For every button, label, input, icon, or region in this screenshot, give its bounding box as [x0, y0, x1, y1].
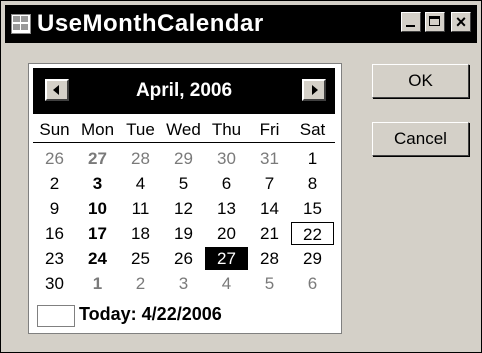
day-cell[interactable]: 27 [76, 147, 119, 170]
day-of-week-label: Sat [299, 120, 326, 139]
day-cell[interactable]: 31 [248, 147, 291, 170]
maximize-button[interactable] [425, 12, 445, 32]
day-cell[interactable]: 5 [248, 272, 291, 295]
day-cell[interactable]: 1 [76, 272, 119, 295]
close-button[interactable]: × [451, 12, 471, 32]
day-cell[interactable]: 15 [291, 197, 334, 220]
day-cell[interactable]: 28 [119, 147, 162, 170]
day-cell[interactable]: 6 [291, 272, 334, 295]
day-cell[interactable]: 29 [162, 147, 205, 170]
day-cell[interactable]: 21 [248, 222, 291, 245]
selected-day-cell[interactable]: 27 [205, 247, 248, 270]
day-cell[interactable]: 13 [205, 197, 248, 220]
day-cell[interactable]: 19 [162, 222, 205, 245]
next-month-button[interactable] [302, 79, 326, 101]
close-icon: × [455, 12, 467, 32]
day-cell[interactable]: 4 [205, 272, 248, 295]
minimize-icon [406, 25, 415, 27]
ok-button[interactable]: OK [372, 64, 469, 98]
window-title: UseMonthCalendar [37, 10, 264, 37]
month-year-label[interactable]: April, 2006 [93, 80, 275, 102]
day-cell[interactable]: 11 [119, 197, 162, 220]
maximize-icon [429, 16, 440, 26]
day-cell[interactable]: 14 [248, 197, 291, 220]
today-label: Today: 4/22/2006 [79, 304, 222, 324]
day-cell[interactable]: 26 [33, 147, 76, 170]
day-of-week-label: Sun [39, 120, 70, 139]
day-cell[interactable]: 2 [119, 272, 162, 295]
calendar-header: April, 2006 [33, 68, 335, 114]
day-cell[interactable]: 4 [119, 172, 162, 195]
left-arrow-icon [53, 85, 59, 95]
day-cell[interactable]: 9 [33, 197, 76, 220]
day-of-week-label: Wed [166, 120, 201, 139]
cancel-button[interactable]: Cancel [372, 122, 469, 156]
today-marker [37, 305, 75, 327]
minimize-button[interactable] [401, 12, 421, 32]
day-of-week-label: Fri [259, 120, 280, 139]
day-cell[interactable]: 23 [33, 247, 76, 270]
day-of-week-label: Thu [211, 120, 242, 139]
app-icon[interactable] [11, 14, 31, 34]
day-cell[interactable]: 10 [76, 197, 119, 220]
day-cell[interactable]: 5 [162, 172, 205, 195]
day-cell[interactable]: 3 [162, 272, 205, 295]
day-cell[interactable]: 3 [76, 172, 119, 195]
title-bar[interactable]: UseMonthCalendar × [5, 5, 477, 43]
today-day-cell[interactable]: 22 [291, 222, 334, 245]
day-cell[interactable]: 26 [162, 247, 205, 270]
day-cell[interactable]: 24 [76, 247, 119, 270]
day-cell[interactable]: 16 [33, 222, 76, 245]
day-cell[interactable]: 20 [205, 222, 248, 245]
previous-month-button[interactable] [45, 79, 69, 101]
day-cell[interactable]: 7 [248, 172, 291, 195]
day-cell[interactable]: 30 [33, 272, 76, 295]
day-of-week-label: Mon [80, 120, 115, 139]
day-cell[interactable]: 8 [291, 172, 334, 195]
day-of-week-header: Sun Mon Tue Wed Thu Fri Sat [33, 120, 335, 143]
day-cell[interactable]: 6 [205, 172, 248, 195]
dialog-window: UseMonthCalendar × April, 2006 Sun Mon Tue… [0, 0, 482, 353]
right-arrow-icon [312, 85, 318, 95]
month-calendar[interactable]: April, 2006 Sun Mon Tue Wed Thu Fri Sat 26 27 28… [28, 63, 342, 334]
day-cell[interactable]: 25 [119, 247, 162, 270]
day-cell[interactable]: 29 [291, 247, 334, 270]
day-cell[interactable]: 17 [76, 222, 119, 245]
day-cell[interactable]: 12 [162, 197, 205, 220]
day-of-week-label: Tue [126, 120, 155, 139]
day-cell[interactable]: 18 [119, 222, 162, 245]
day-cell[interactable]: 1 [291, 147, 334, 170]
day-cell[interactable]: 28 [248, 247, 291, 270]
day-cell[interactable]: 30 [205, 147, 248, 170]
day-cell[interactable]: 2 [33, 172, 76, 195]
